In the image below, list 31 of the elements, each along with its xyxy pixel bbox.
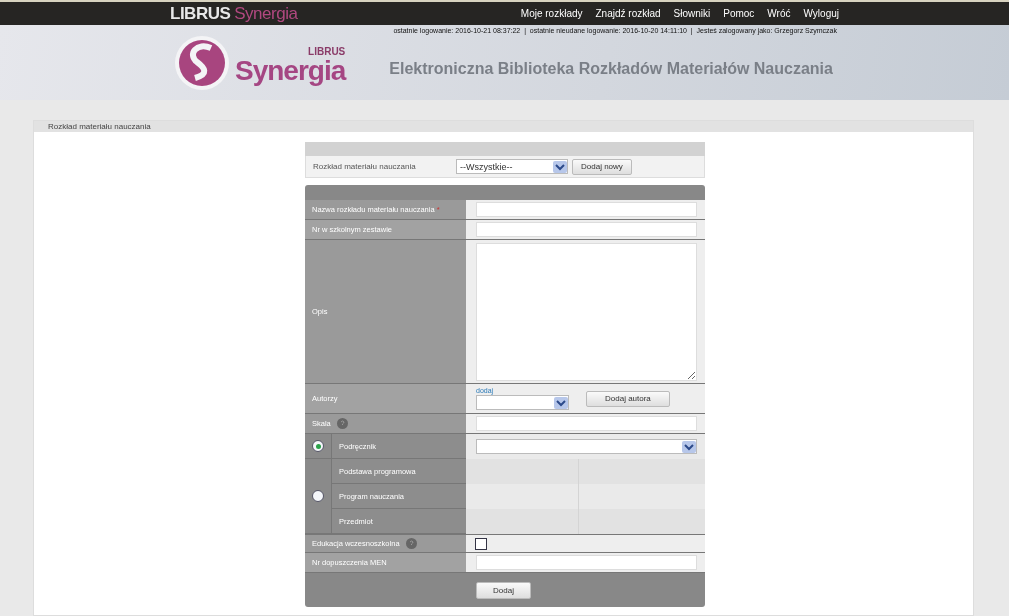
brand-logo-text: Synergia	[234, 3, 298, 24]
brand-logo-text: LIBRUS	[170, 3, 231, 24]
logo-text: LIBRUS	[308, 46, 346, 57]
panel-title: Rozkład materiału nauczania	[48, 122, 151, 131]
menu-link[interactable]: Znajdź rozkład	[595, 8, 661, 19]
logo-text: Synergia	[235, 56, 346, 85]
menu-link[interactable]: Wróć	[767, 8, 791, 19]
page-title: Elektroniczna Biblioteka Rozkładów Materiałów Nauczania	[389, 59, 833, 78]
menu-link[interactable]: Pomoc	[723, 8, 755, 19]
plan-select[interactable]: --Wszystkie--	[456, 159, 568, 174]
help-icon[interactable]	[336, 418, 348, 429]
radio-button[interactable]	[312, 490, 324, 502]
menu-link[interactable]: Wyloguj	[803, 8, 839, 19]
add-author-button[interactable]: Dodaj autora	[586, 390, 670, 407]
dropdown-arrow-icon[interactable]	[554, 396, 568, 409]
text-field[interactable]	[476, 222, 697, 237]
menu-link[interactable]: Moje rozkłady	[520, 8, 583, 19]
help-icon[interactable]	[405, 538, 417, 549]
filter-label: Rozkład materiału nauczania	[312, 162, 417, 171]
text-field[interactable]	[476, 416, 697, 431]
add-new-button[interactable]: Dodaj nowy	[572, 158, 632, 175]
text-field[interactable]	[476, 555, 697, 570]
submit-button[interactable]: Dodaj	[476, 581, 531, 599]
dropdown-arrow-icon[interactable]	[553, 160, 567, 173]
dropdown-arrow-icon[interactable]	[682, 440, 696, 453]
logo-icon	[175, 35, 229, 90]
radio-button[interactable]	[312, 440, 324, 452]
text-field[interactable]	[476, 202, 697, 217]
checkbox[interactable]	[475, 537, 487, 550]
description-field[interactable]	[476, 243, 697, 381]
menu-link[interactable]: Słowniki	[673, 8, 711, 19]
